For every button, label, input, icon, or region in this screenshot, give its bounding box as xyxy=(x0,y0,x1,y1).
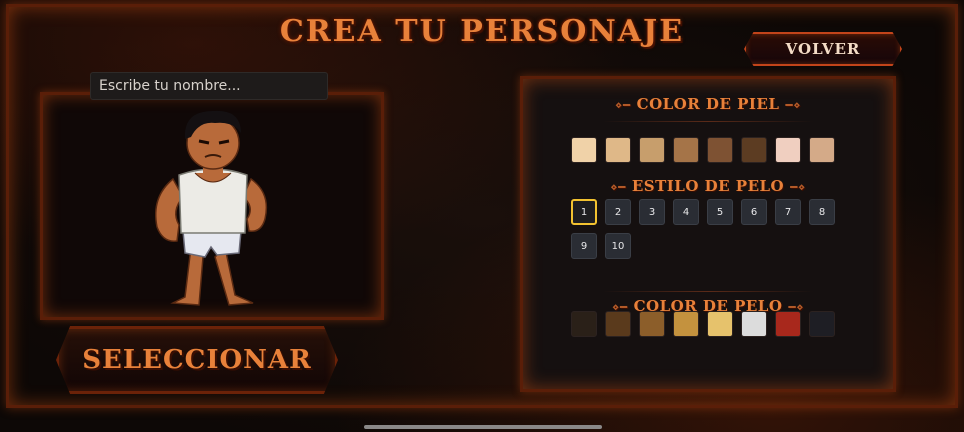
select-button[interactable]: SELECCIONAR xyxy=(56,326,338,394)
hair-style-button-1[interactable]: 1 xyxy=(571,199,597,225)
skin-color-header: ⋄━ COLOR DE PIEL ━⋄ xyxy=(523,95,893,113)
hair-style-button-10[interactable]: 10 xyxy=(605,233,631,259)
ornament-icon: ⋄━ xyxy=(610,180,626,194)
character-sprite xyxy=(155,110,268,306)
hair-style-button-8[interactable]: 8 xyxy=(809,199,835,225)
hair-color-swatch-3[interactable] xyxy=(639,311,665,337)
ornament-icon: ⋄━ xyxy=(614,98,631,112)
skin-color-swatch-8[interactable] xyxy=(809,137,835,163)
character-preview xyxy=(40,92,384,320)
hair-style-button-6[interactable]: 6 xyxy=(741,199,767,225)
divider xyxy=(603,291,813,292)
hair-style-header: ⋄━ ESTILO DE PELO ━⋄ xyxy=(523,177,893,195)
name-input[interactable] xyxy=(90,72,328,100)
hair-color-swatch-4[interactable] xyxy=(673,311,699,337)
hair-style-button-5[interactable]: 5 xyxy=(707,199,733,225)
hair-color-swatch-5[interactable] xyxy=(707,311,733,337)
hair-color-swatch-1[interactable] xyxy=(571,311,597,337)
skin-color-swatch-5[interactable] xyxy=(707,137,733,163)
hair-style-button-2[interactable]: 2 xyxy=(605,199,631,225)
back-button[interactable]: VOLVER xyxy=(744,32,902,66)
hair-color-swatch-7[interactable] xyxy=(775,311,801,337)
skin-color-swatch-7[interactable] xyxy=(775,137,801,163)
skin-color-swatch-6[interactable] xyxy=(741,137,767,163)
hair-style-button-3[interactable]: 3 xyxy=(639,199,665,225)
hair-style-button-9[interactable]: 9 xyxy=(571,233,597,259)
ornament-icon: ━⋄ xyxy=(785,98,802,112)
skin-color-swatch-3[interactable] xyxy=(639,137,665,163)
hair-color-swatch-8[interactable] xyxy=(809,311,835,337)
hair-color-swatch-6[interactable] xyxy=(741,311,767,337)
skin-color-title: COLOR DE PIEL xyxy=(636,95,780,113)
skin-color-swatch-4[interactable] xyxy=(673,137,699,163)
hair-style-grid: 1 2 3 4 5 6 7 8 9 10 xyxy=(571,199,851,259)
hair-color-swatches xyxy=(571,311,835,337)
divider xyxy=(603,121,813,122)
customization-panel: ⋄━ COLOR DE PIEL ━⋄ ⋄━ ESTILO DE PELO ━⋄ 123… xyxy=(520,76,896,392)
hair-style-button-7[interactable]: 7 xyxy=(775,199,801,225)
hair-style-button-4[interactable]: 4 xyxy=(673,199,699,225)
hair-color-swatch-2[interactable] xyxy=(605,311,631,337)
skin-color-swatches xyxy=(571,137,835,163)
hair-style-title: ESTILO DE PELO xyxy=(631,177,785,195)
skin-color-swatch-1[interactable] xyxy=(571,137,597,163)
skin-color-swatch-2[interactable] xyxy=(605,137,631,163)
ornament-icon: ━⋄ xyxy=(790,180,806,194)
home-indicator[interactable] xyxy=(364,425,602,429)
